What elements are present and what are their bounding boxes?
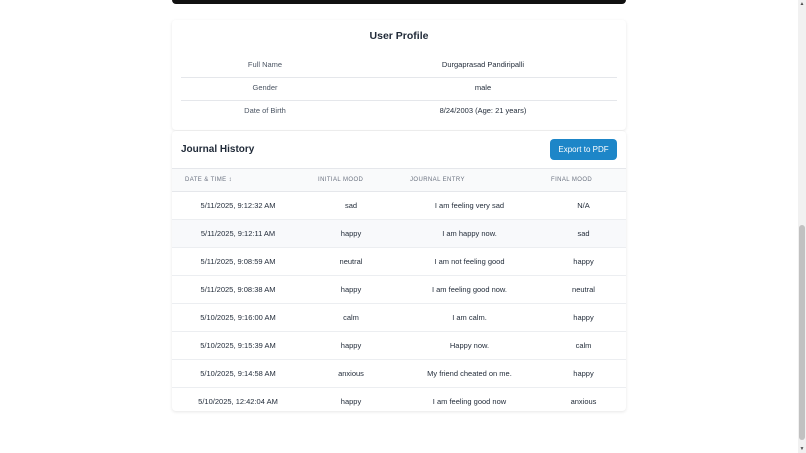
column-header-initial-mood: Initial Mood (318, 177, 364, 183)
cell-date-time: 5/11/2025, 9:08:38 AM (200, 285, 276, 294)
profile-value: Durgaprasad Pandiripalli (441, 60, 525, 69)
profile-label: Full Name (247, 60, 283, 69)
journal-table-header: Date & Time ↕ Initial Mood Journal Entry… (172, 168, 626, 192)
table-row: 5/10/2025, 9:16:00 AM calm I am calm. ha… (172, 304, 626, 332)
cell-initial-mood: neutral (339, 257, 363, 266)
cell-final-mood: sad (577, 229, 590, 238)
cell-initial-mood: anxious (338, 369, 364, 378)
cell-journal-entry: My friend cheated on me. (427, 369, 512, 378)
cell-journal-entry: I am calm. (452, 313, 487, 322)
cell-final-mood: anxious (570, 397, 597, 406)
table-row: 5/10/2025, 12:42:04 AM happy I am feelin… (172, 388, 626, 415)
cell-initial-mood: happy (340, 397, 362, 406)
cell-final-mood: happy (573, 313, 594, 322)
cell-journal-entry: I am feeling very sad (434, 201, 505, 210)
cell-final-mood: neutral (572, 285, 595, 294)
cell-journal-entry: Happy now. (449, 341, 490, 350)
cell-initial-mood: happy (340, 285, 362, 294)
profile-row-gender: Gender male (181, 76, 617, 101)
scroll-up-arrow-icon[interactable]: ▲ (798, 0, 806, 8)
profile-title: User Profile (369, 30, 429, 42)
cell-journal-entry: I am feeling good now (432, 397, 507, 406)
cell-final-mood: calm (575, 341, 592, 350)
cell-date-time: 5/11/2025, 9:08:59 AM (200, 257, 276, 266)
cell-date-time: 5/10/2025, 12:42:04 AM (198, 397, 278, 406)
table-row: 5/11/2025, 9:08:59 AM neutral I am not f… (172, 248, 626, 276)
profile-row-date-of-birth: Date of Birth 8/24/2003 (Age: 21 years) (181, 99, 617, 123)
cell-final-mood: N/A (577, 201, 590, 210)
cell-initial-mood: sad (344, 201, 358, 210)
page: User Profile Full Name Durgaprasad Pandi… (0, 0, 806, 453)
profile-row-full-name: Full Name Durgaprasad Pandiripalli (181, 53, 617, 78)
profile-value: male (474, 83, 492, 92)
table-row: 5/11/2025, 9:08:38 AM happy I am feeling… (172, 276, 626, 304)
journal-history-card: Journal History Export to PDF Date & Tim… (172, 131, 626, 411)
table-row: 5/10/2025, 9:14:58 AM anxious My friend … (172, 360, 626, 388)
cell-journal-entry: I am happy now. (442, 229, 497, 238)
vertical-scrollbar[interactable]: ▲ ▼ (798, 0, 806, 453)
cell-date-time: 5/10/2025, 9:15:39 AM (200, 341, 276, 350)
cell-date-time: 5/10/2025, 9:14:58 AM (200, 369, 276, 378)
cell-date-time: 5/11/2025, 9:12:32 AM (200, 201, 276, 210)
column-header-date-time[interactable]: Date & Time ↕ (185, 169, 232, 191)
cell-date-time: 5/10/2025, 9:16:00 AM (200, 313, 276, 322)
cell-journal-entry: I am feeling good now. (431, 285, 508, 294)
top-card-edge (172, 0, 626, 4)
profile-value: 8/24/2003 (Age: 21 years) (439, 106, 527, 115)
profile-label: Gender (252, 83, 278, 92)
cell-journal-entry: I am not feeling good (434, 257, 505, 266)
cell-date-time: 5/11/2025, 9:12:11 AM (200, 229, 276, 238)
table-row: 5/11/2025, 9:12:11 AM happy I am happy n… (172, 220, 626, 248)
user-profile-card: User Profile Full Name Durgaprasad Pandi… (172, 20, 626, 130)
journal-table: Date & Time ↕ Initial Mood Journal Entry… (172, 168, 626, 415)
journal-history-title: Journal History (181, 144, 255, 155)
profile-label: Date of Birth (244, 106, 286, 115)
cell-final-mood: happy (573, 369, 594, 378)
export-to-pdf-button[interactable]: Export to PDF (550, 139, 617, 160)
column-header-final-mood: Final Mood (551, 177, 593, 183)
column-header-journal-entry: Journal Entry (410, 177, 465, 183)
table-row: 5/10/2025, 9:15:39 AM happy Happy now. c… (172, 332, 626, 360)
scroll-down-arrow-icon[interactable]: ▼ (798, 445, 806, 453)
scrollbar-thumb[interactable] (799, 225, 805, 440)
cell-initial-mood: happy (340, 229, 362, 238)
table-row: 5/11/2025, 9:12:32 AM sad I am feeling v… (172, 192, 626, 220)
cell-initial-mood: happy (340, 341, 362, 350)
cell-initial-mood: calm (343, 313, 359, 322)
cell-final-mood: happy (573, 257, 594, 266)
